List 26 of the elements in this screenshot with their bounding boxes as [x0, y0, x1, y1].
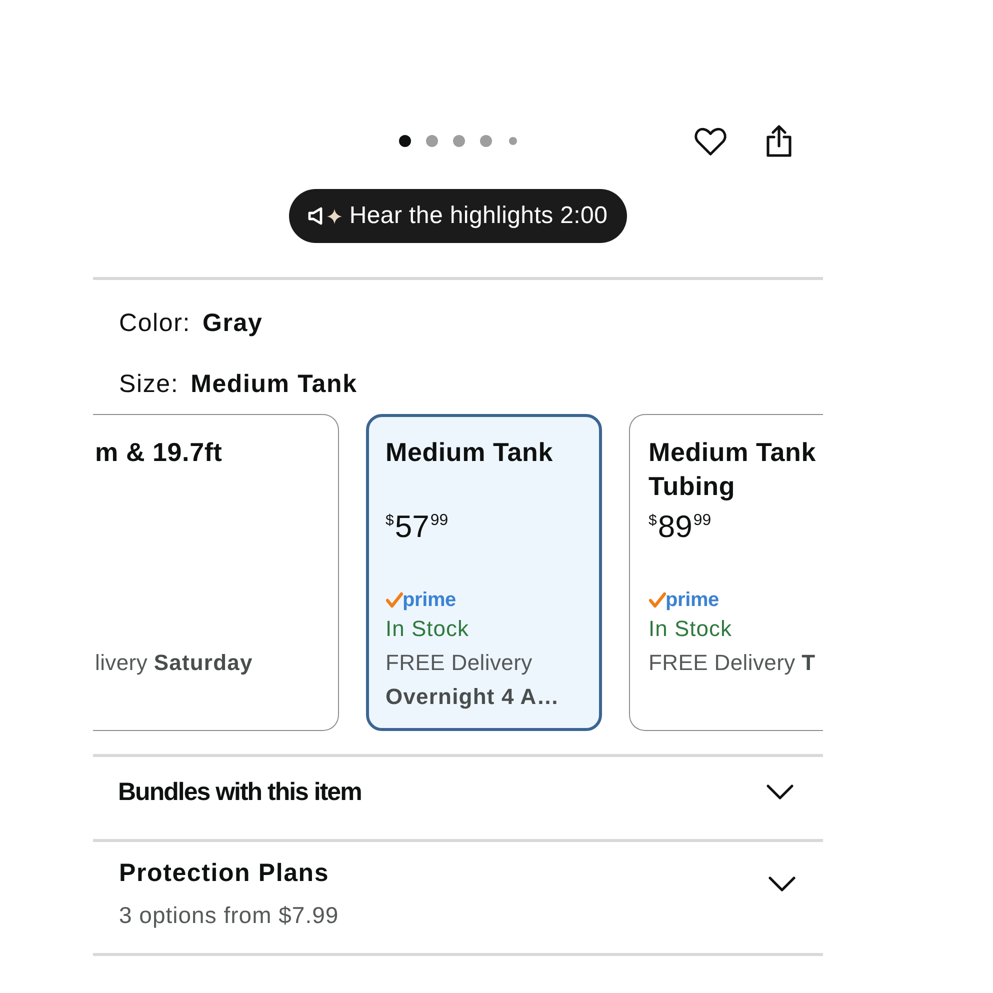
check-icon — [648, 592, 666, 608]
stock-status: In Stock — [386, 614, 470, 642]
chevron-down-icon[interactable] — [768, 876, 796, 892]
variation-value: Medium Tank — [190, 369, 358, 399]
section-subtitle: 3 options from $7.99 — [119, 901, 339, 930]
prime-label: prime — [666, 588, 719, 612]
heart-icon[interactable] — [693, 126, 728, 156]
prime-label: prime — [402, 588, 456, 612]
option-title: Medium Tank — [386, 436, 554, 468]
chevron-down-icon[interactable] — [766, 784, 794, 800]
size-option-card[interactable]: m & 19.7ft livery Saturday — [93, 414, 339, 731]
option-title: Medium Tank Tubing — [648, 436, 818, 502]
check-icon — [386, 592, 402, 608]
variation-label: Size: — [119, 369, 179, 399]
delivery-info: livery Saturday — [95, 648, 254, 677]
stock-status: In Stock — [648, 614, 733, 642]
delivery-info: FREE Delivery Overnight 4 A… — [386, 648, 560, 711]
variation-label: Color: — [119, 308, 190, 338]
sparkle-icon — [327, 208, 342, 224]
option-title: m & 19.7ft — [95, 436, 224, 468]
hear-highlights-button[interactable]: Hear the highlights 2:00 — [289, 189, 627, 243]
delivery-info: FREE Delivery T — [648, 648, 817, 677]
variation-value: Gray — [202, 308, 263, 338]
share-icon[interactable] — [765, 124, 793, 158]
section-title: Protection Plans — [119, 858, 330, 888]
section-title: Bundles with this item — [118, 777, 362, 807]
